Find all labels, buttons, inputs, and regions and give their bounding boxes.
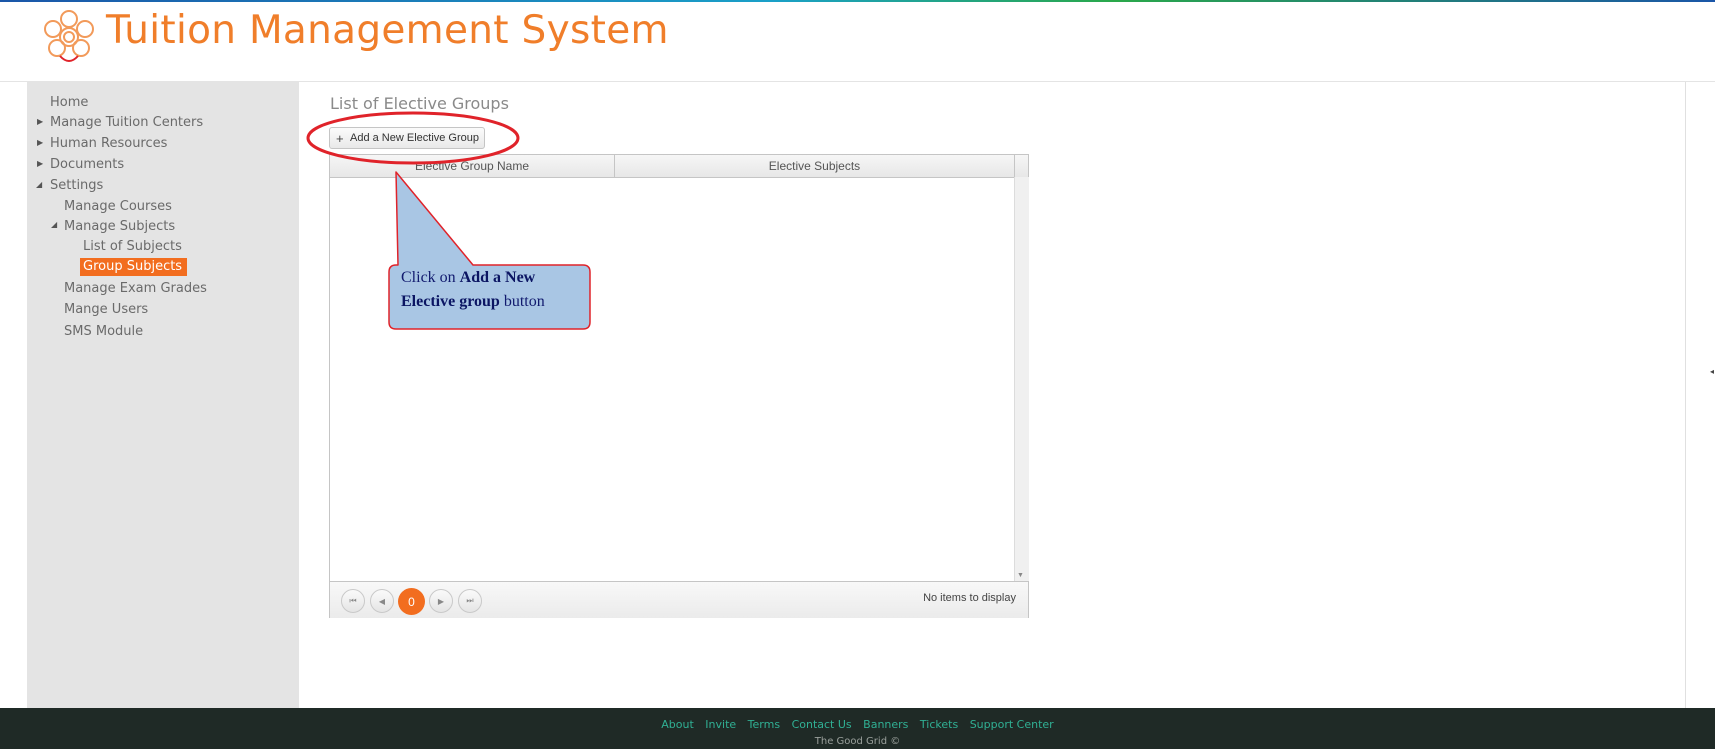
scroll-handle-icon[interactable]: ◂ xyxy=(1710,367,1714,376)
pager-info: No items to display xyxy=(923,592,1016,604)
footer-link-tickets[interactable]: Tickets xyxy=(920,718,958,731)
collapse-arrow-icon[interactable]: ◢ xyxy=(36,180,42,189)
header: Tuition Management System xyxy=(0,2,1715,82)
sidebar-item-mange-users[interactable]: Mange Users xyxy=(64,302,148,317)
footer-link-support-center[interactable]: Support Center xyxy=(970,718,1054,731)
grid-pager: ⏮ ◀ 0 ▶ ⏭ No items to display xyxy=(330,581,1028,618)
sidebar-item-manage-courses[interactable]: Manage Courses xyxy=(64,199,172,214)
footer-link-banners[interactable]: Banners xyxy=(863,718,908,731)
sidebar-item-list-of-subjects[interactable]: List of Subjects xyxy=(83,239,182,254)
footer-links: About Invite Terms Contact Us Banners Ti… xyxy=(0,718,1715,731)
logo-icon xyxy=(44,10,94,62)
content-border xyxy=(1685,82,1686,708)
callout-suffix: button xyxy=(499,293,545,310)
sidebar-item-sms-module[interactable]: SMS Module xyxy=(64,324,143,339)
footer: About Invite Terms Contact Us Banners Ti… xyxy=(0,708,1715,749)
sidebar-item-home[interactable]: Home xyxy=(50,95,88,110)
callout-prefix: Click on xyxy=(401,269,460,286)
first-page-icon[interactable]: ⏮ xyxy=(341,589,365,613)
app-title: Tuition Management System xyxy=(106,8,669,53)
expand-arrow-icon[interactable]: ▶ xyxy=(37,138,43,147)
footer-link-terms[interactable]: Terms xyxy=(748,718,780,731)
callout-text: Click on Add a New Elective group button xyxy=(401,266,586,314)
next-page-icon[interactable]: ▶ xyxy=(429,589,453,613)
copyright: The Good Grid © xyxy=(814,736,901,747)
expand-arrow-icon[interactable]: ▶ xyxy=(37,117,43,126)
footer-link-about[interactable]: About xyxy=(661,718,694,731)
expand-arrow-icon[interactable]: ▶ xyxy=(37,159,43,168)
footer-link-invite[interactable]: Invite xyxy=(705,718,736,731)
sidebar-item-manage-exam-grades[interactable]: Manage Exam Grades xyxy=(64,281,207,296)
sidebar-item-group-subjects[interactable]: Group Subjects xyxy=(80,258,188,276)
sidebar-item-manage-tuition-centers[interactable]: Manage Tuition Centers xyxy=(50,115,203,130)
grid-scrollbar[interactable]: ▼ xyxy=(1014,177,1029,581)
column-header-elective-subjects[interactable]: Elective Subjects xyxy=(615,155,1015,177)
sidebar-item-settings[interactable]: Settings xyxy=(50,178,103,193)
sidebar-item-human-resources[interactable]: Human Resources xyxy=(50,136,167,151)
collapse-arrow-icon[interactable]: ◢ xyxy=(51,220,57,229)
last-page-icon[interactable]: ⏭ xyxy=(458,589,482,613)
scroll-down-icon[interactable]: ▼ xyxy=(1017,572,1024,579)
current-page-indicator[interactable]: 0 xyxy=(398,588,425,615)
sidebar-item-documents[interactable]: Documents xyxy=(50,157,124,172)
sidebar-item-manage-subjects[interactable]: Manage Subjects xyxy=(64,219,175,234)
footer-link-contact-us[interactable]: Contact Us xyxy=(792,718,852,731)
sidebar: Home ▶ Manage Tuition Centers ▶ Human Re… xyxy=(27,82,299,708)
prev-page-icon[interactable]: ◀ xyxy=(370,589,394,613)
